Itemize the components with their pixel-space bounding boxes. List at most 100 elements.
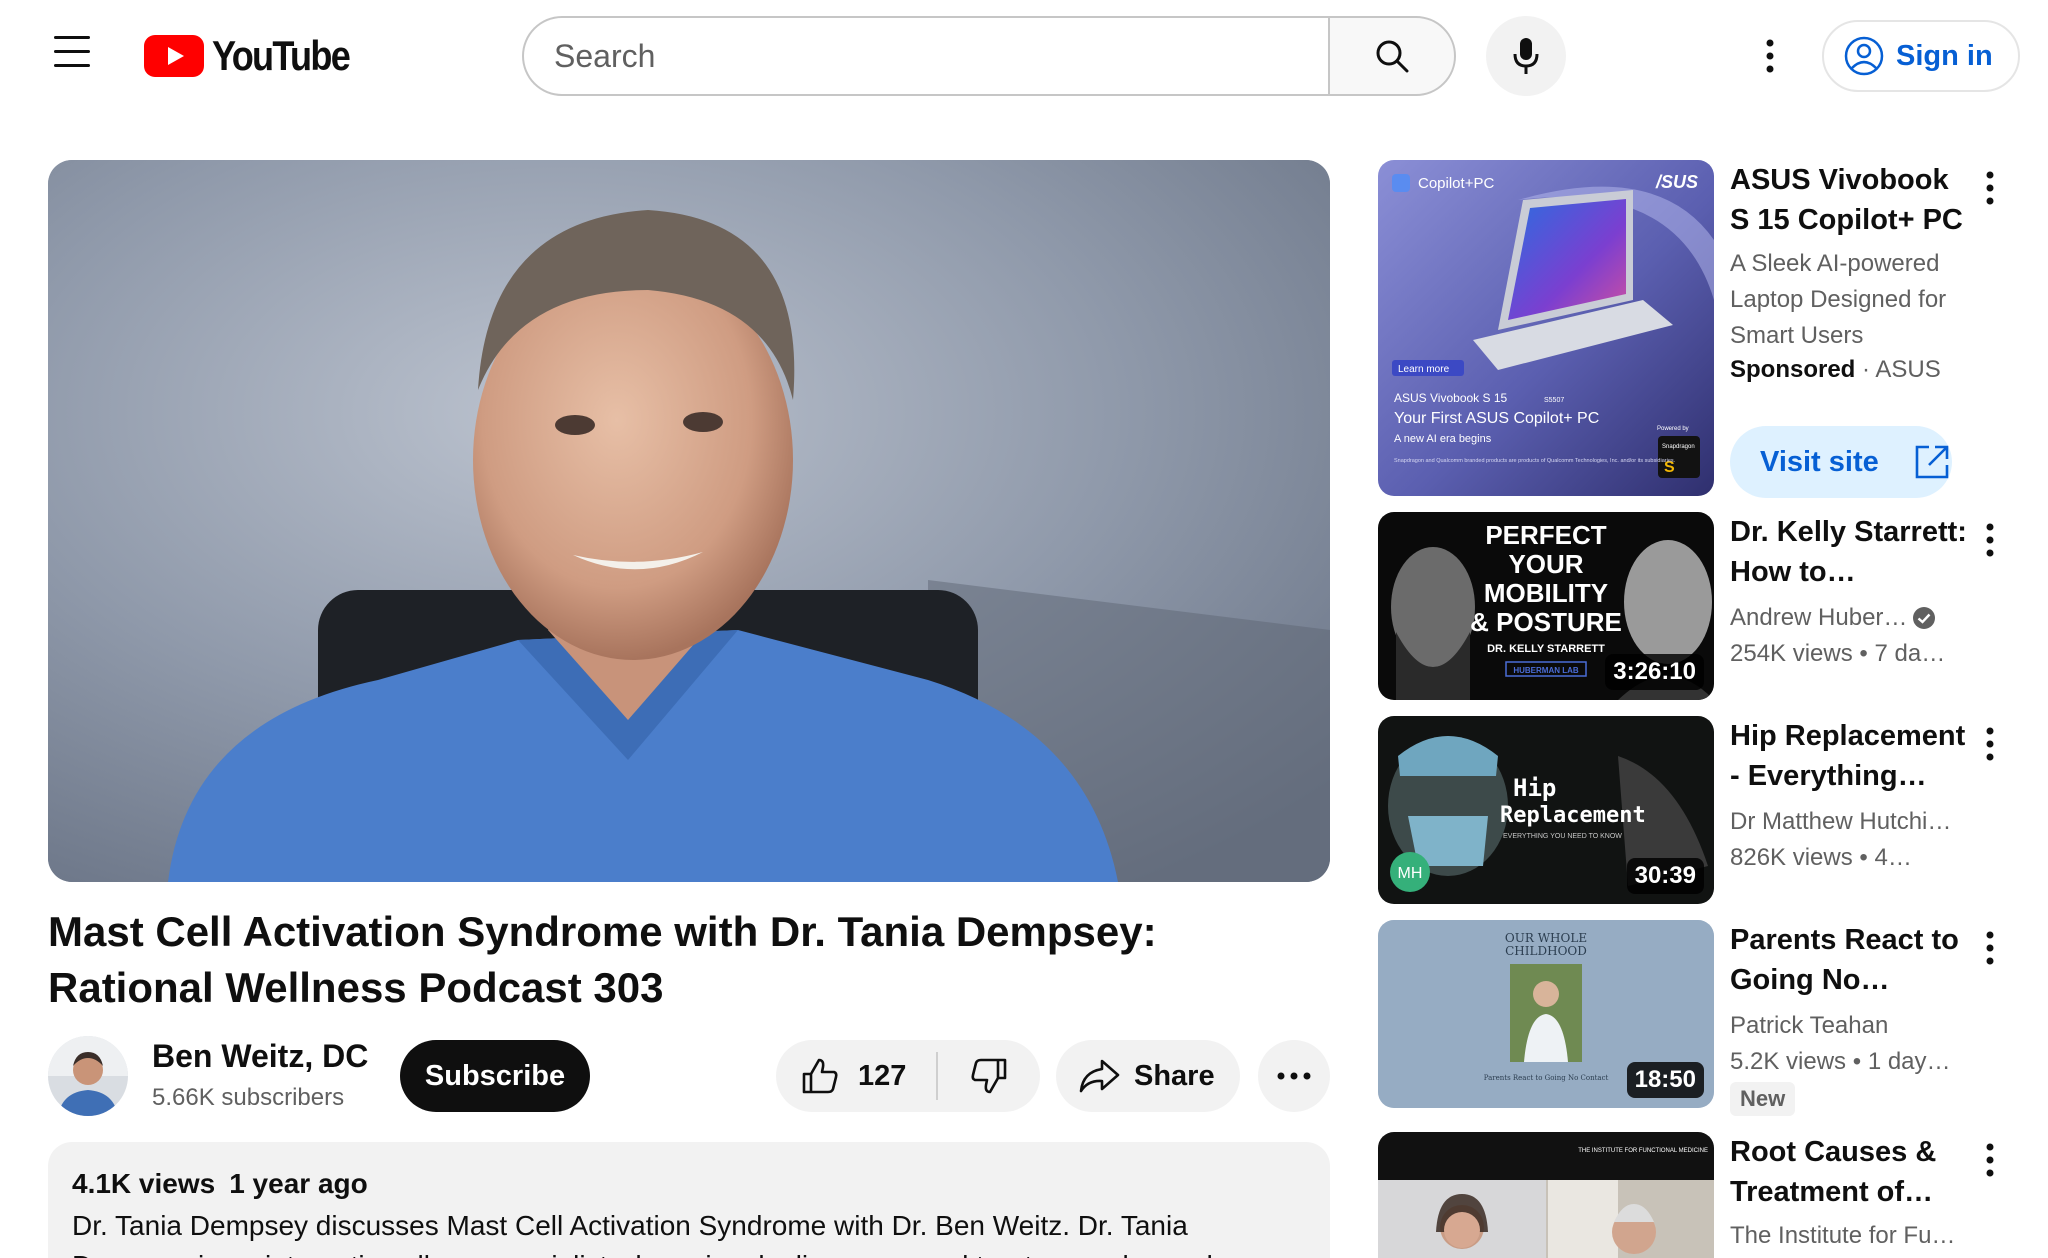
rec-channel[interactable]: The Institute for Fu… — [1730, 1218, 1966, 1254]
like-count: 127 — [858, 1059, 907, 1092]
rec-thumb-sub: EVERYTHING YOU NEED TO KNOW — [1503, 833, 1622, 840]
upload-age: 1 year ago — [229, 1168, 368, 1199]
ad-learn-more: Learn more — [1398, 364, 1450, 375]
subscribe-button[interactable]: Subscribe — [400, 1040, 590, 1112]
ad-tagline: A new AI era begins — [1394, 433, 1492, 445]
search-box — [522, 16, 1456, 96]
rec-more-button[interactable] — [1970, 924, 2010, 972]
search-input[interactable] — [522, 16, 1328, 96]
rec-views: 254K views — [1730, 640, 1853, 667]
rec-title[interactable]: Dr. Kelly Starrett: How to Improve… — [1730, 512, 1970, 592]
avatar-image — [48, 1036, 128, 1116]
rec-thumbnail[interactable]: OUR WHOLE CHILDHOOD Parents React to Goi… — [1378, 920, 1714, 1108]
like-dislike-segment: 127 — [776, 1040, 1040, 1112]
rec-age: 7 da… — [1874, 640, 1946, 667]
rec-thumb-line: & POSTURE — [1470, 607, 1622, 637]
thumb-up-icon — [802, 1058, 838, 1094]
youtube-play-icon — [144, 35, 204, 77]
rec-stats: 5.2K views • 1 day… — [1730, 1048, 1951, 1075]
guide-menu-button[interactable] — [40, 36, 104, 76]
share-button[interactable]: Share — [1056, 1040, 1240, 1112]
ad-chip-brand: Snapdragon — [1662, 444, 1695, 450]
description-text: Dr. Tania Dempsey discusses Mast Cell Ac… — [72, 1210, 1213, 1258]
rec-thumb-line: YOUR — [1508, 549, 1583, 579]
more-vert-icon — [1986, 931, 1994, 965]
rec-title[interactable]: Root Causes & Treatment of… — [1730, 1132, 1970, 1212]
ad-title[interactable]: ASUS Vivobook S 15 Copilot+ PC — [1730, 160, 1970, 240]
rec-thumbnail-image: THE INSTITUTE FOR FUNCTIONAL MEDICINE — [1378, 1132, 1714, 1258]
visit-site-button[interactable]: Visit site — [1730, 426, 1952, 498]
rec-stats: 826K views • 4… — [1730, 844, 1912, 871]
masthead: YouTube Sign in — [0, 0, 2048, 112]
rec-thumb-sub: Parents React to Going No Contact — [1484, 1074, 1609, 1082]
search-button[interactable] — [1328, 16, 1456, 96]
verified-icon — [1913, 607, 1935, 629]
rec-thumb-badge: HUBERMAN LAB — [1513, 666, 1579, 675]
sign-in-label: Sign in — [1896, 39, 1993, 72]
ad-powered-by: Powered by — [1657, 426, 1689, 432]
new-badge: New — [1730, 1082, 1796, 1116]
rec-more-button[interactable] — [1970, 720, 2010, 768]
voice-search-button[interactable] — [1486, 16, 1566, 96]
video-title: Mast Cell Activation Syndrome with Dr. T… — [48, 908, 1157, 1011]
rec-thumb-line: Replacement — [1500, 803, 1646, 828]
rec-channel[interactable]: Patrick Teahan — [1730, 1008, 1966, 1044]
settings-menu-button[interactable] — [1740, 26, 1800, 86]
more-vert-icon — [1986, 727, 1994, 761]
more-vert-icon — [1766, 39, 1774, 73]
dislike-button[interactable] — [938, 1040, 1040, 1112]
view-count: 4.1K views — [72, 1168, 216, 1199]
rec-thumbnail[interactable]: Hip Replacement EVERYTHING YOU NEED TO K… — [1378, 716, 1714, 904]
more-vert-icon — [1986, 171, 1994, 205]
rec-thumb-line: CHILDHOOD — [1505, 944, 1587, 958]
rec-stats: 254K views • 7 da… — [1730, 640, 1946, 667]
microphone-icon — [1513, 38, 1539, 74]
rec-channel[interactable]: Dr Matthew Hutchi… — [1730, 804, 1966, 840]
rec-more-button[interactable] — [1970, 1136, 2010, 1184]
channel-name[interactable]: Ben Weitz, DC — [152, 1038, 368, 1075]
ad-model-name: ASUS Vivobook S 15 — [1394, 391, 1508, 405]
rec-views: 5.2K views — [1730, 1048, 1847, 1075]
ad-description: A Sleek AI-powered Laptop Designed for S… — [1730, 250, 1947, 349]
duration-badge: 3:26:10 — [1605, 654, 1704, 690]
ad-more-button[interactable] — [1970, 164, 2010, 212]
rec-age: 1 day… — [1867, 1048, 1951, 1075]
rec-channel[interactable]: Andrew Huber… — [1730, 600, 1910, 636]
rec-more-button[interactable] — [1970, 516, 2010, 564]
rec-thumb-badge: MH — [1398, 865, 1423, 882]
share-icon — [1079, 1059, 1120, 1093]
sign-in-button[interactable]: Sign in — [1822, 20, 2020, 92]
channel-avatar[interactable] — [48, 1036, 128, 1116]
sponsored-label: Sponsored — [1730, 356, 1856, 383]
duration-badge: 18:50 — [1626, 1062, 1704, 1098]
video-player[interactable] — [48, 160, 1330, 882]
ad-thumbnail[interactable]: Copilot+PC /SUS Learn more ASUS Vivobook… — [1378, 160, 1714, 496]
menu-icon — [54, 36, 90, 39]
ad-brand-left: Copilot+PC — [1418, 175, 1494, 192]
duration-badge: 30:39 — [1626, 858, 1704, 894]
like-button[interactable]: 127 — [776, 1040, 936, 1112]
description-box[interactable]: 4.1K views 1 year ago Dr. Tania Dempsey d… — [48, 1142, 1330, 1258]
thumb-down-icon — [971, 1058, 1007, 1094]
youtube-logo[interactable]: YouTube — [144, 32, 371, 80]
visit-site-label: Visit site — [1760, 445, 1879, 478]
more-actions-button[interactable] — [1258, 1040, 1330, 1112]
search-icon — [1376, 40, 1409, 73]
ad-brand-right: /SUS — [1655, 172, 1698, 192]
rec-thumbnail[interactable]: PERFECT YOUR MOBILITY & POSTURE DR. KELL… — [1378, 512, 1714, 700]
rec-thumb-line: OUR WHOLE — [1505, 931, 1587, 945]
share-label: Share — [1134, 1059, 1215, 1092]
open-external-icon — [1915, 445, 1949, 479]
rec-thumb-line: MOBILITY — [1484, 578, 1608, 608]
rec-title[interactable]: Hip Replacement - Everything you… — [1730, 716, 1970, 796]
rec-title[interactable]: Parents React to Going No Contact — [1730, 920, 1970, 1000]
ad-image: Copilot+PC /SUS Learn more ASUS Vivobook… — [1378, 160, 1714, 496]
rec-thumb-line: PERFECT — [1485, 520, 1606, 550]
rec-thumbnail[interactable]: THE INSTITUTE FOR FUNCTIONAL MEDICINE — [1378, 1132, 1714, 1258]
rec-thumb-line: Hip — [1513, 774, 1556, 802]
rec-thumb-sub: DR. KELLY STARRETT — [1487, 643, 1605, 655]
ad-advertiser: ASUS — [1875, 356, 1941, 383]
rec-age: 4… — [1874, 844, 1912, 871]
ad-sponsor-line: Sponsored · ASUS — [1730, 356, 1941, 383]
rec-thumb-badge: THE INSTITUTE FOR FUNCTIONAL MEDICINE — [1578, 1148, 1708, 1154]
